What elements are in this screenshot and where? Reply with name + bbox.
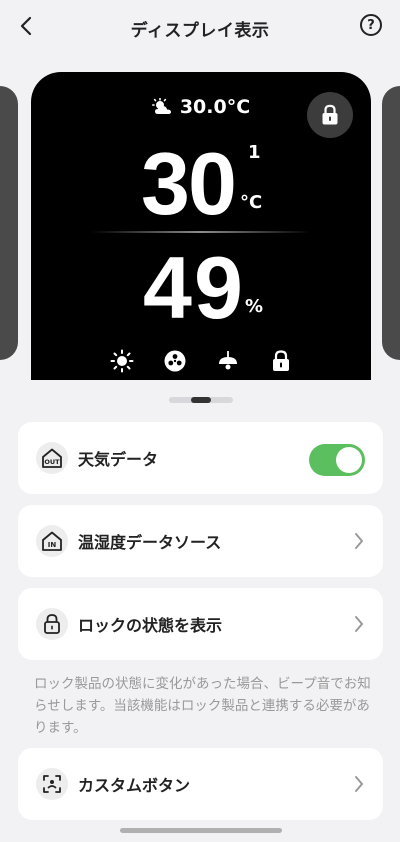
scan-button-icon bbox=[36, 768, 68, 800]
header: ディスプレイ表示 ? bbox=[0, 0, 400, 56]
lamp-icon bbox=[215, 348, 241, 374]
lock-icon bbox=[322, 104, 338, 125]
help-button[interactable]: ? bbox=[360, 14, 382, 36]
fan-icon bbox=[162, 348, 188, 374]
lock-status-label: ロックの状態を表示 bbox=[78, 616, 223, 635]
display-settings-page: ディスプレイ表示 ? 30.0°C 30 1 °C 49 % OUT 天気データ… bbox=[0, 0, 400, 842]
reading-divider bbox=[91, 231, 311, 233]
device-icon-bar bbox=[31, 346, 371, 376]
page-title: ディスプレイ表示 bbox=[130, 20, 270, 41]
weather-data-row[interactable]: OUT 天気データ bbox=[18, 422, 383, 494]
carousel-active-dot bbox=[191, 397, 211, 403]
humidity-value: 49 bbox=[143, 238, 245, 337]
device-preview: 30.0°C 30 1 °C 49 % bbox=[31, 72, 371, 380]
outside-temperature: 30.0°C bbox=[179, 96, 251, 118]
chevron-right-icon bbox=[355, 776, 363, 792]
carousel-page-indicator bbox=[169, 397, 233, 403]
toggle-knob bbox=[336, 447, 362, 473]
sun-icon bbox=[109, 348, 135, 374]
back-button[interactable] bbox=[12, 12, 40, 40]
temperature-decimal: 1 bbox=[248, 142, 261, 163]
chevron-left-icon bbox=[20, 16, 32, 36]
svg-text:IN: IN bbox=[48, 541, 57, 549]
partly-cloudy-icon bbox=[151, 98, 171, 114]
carousel-next-peek[interactable] bbox=[382, 86, 400, 360]
lock-status-row[interactable]: ロックの状態を表示 bbox=[18, 588, 383, 660]
temperature-value: 30 bbox=[141, 134, 237, 233]
weather-data-toggle[interactable] bbox=[309, 444, 365, 476]
lock-status-note: ロック製品の状態に変化があった場合、ビープ音でお知らせします。当該機能はロック製… bbox=[34, 676, 371, 736]
svg-text:OUT: OUT bbox=[44, 458, 60, 466]
chevron-right-icon bbox=[355, 616, 363, 632]
padlock-icon bbox=[36, 608, 68, 640]
custom-button-row[interactable]: カスタムボタン bbox=[18, 748, 383, 820]
out-house-icon: OUT bbox=[36, 442, 68, 474]
temp-humidity-source-label: 温湿度データソース bbox=[78, 533, 222, 552]
home-indicator bbox=[120, 828, 282, 833]
lock-badge[interactable] bbox=[307, 92, 353, 138]
custom-button-label: カスタムボタン bbox=[78, 776, 191, 795]
in-house-icon: IN bbox=[36, 525, 68, 557]
humidity-reading: 49 % bbox=[143, 244, 263, 332]
lock-status-icon bbox=[268, 348, 294, 374]
temperature-reading: 30 1 °C bbox=[141, 140, 262, 228]
help-icon: ? bbox=[367, 17, 375, 33]
humidity-unit: % bbox=[245, 296, 264, 317]
chevron-right-icon bbox=[355, 533, 363, 549]
temperature-unit: °C bbox=[240, 192, 263, 213]
temp-humidity-source-row[interactable]: IN 温湿度データソース bbox=[18, 505, 383, 577]
weather-data-label: 天気データ bbox=[78, 450, 159, 469]
carousel-prev-peek[interactable] bbox=[0, 86, 18, 360]
